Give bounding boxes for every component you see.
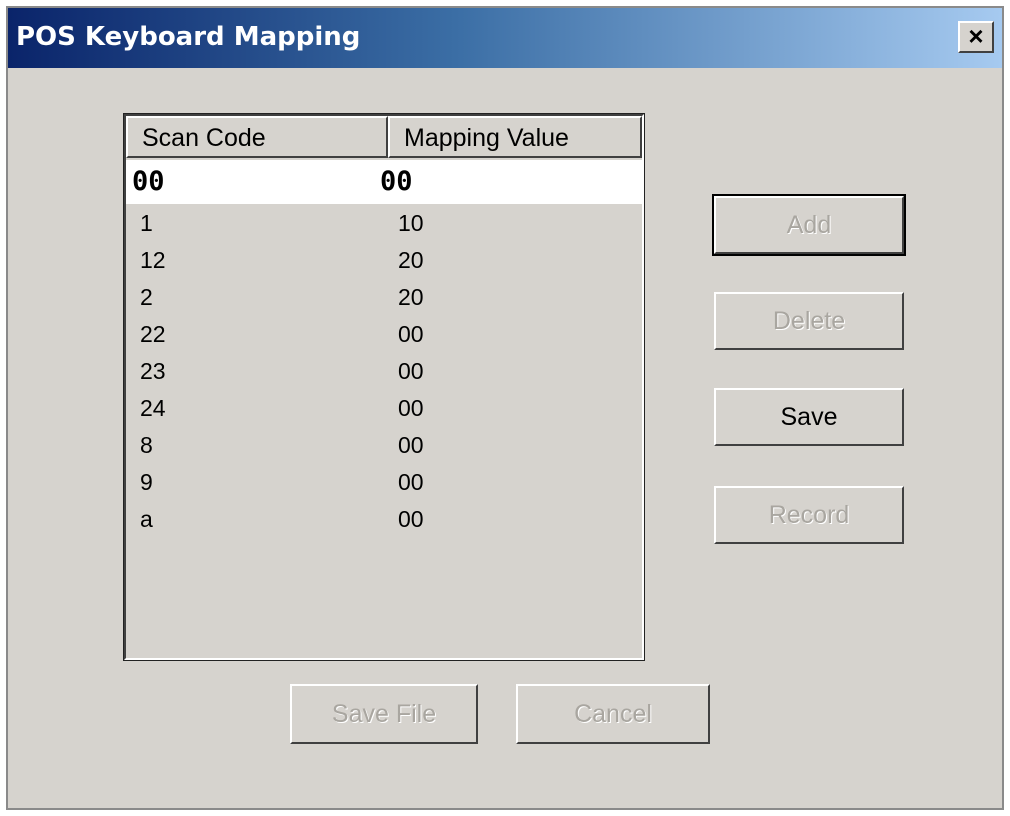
- list-row-selected[interactable]: 00 00: [126, 160, 642, 204]
- list-row[interactable]: 24 00: [126, 389, 642, 426]
- mapping-value-cell: 00: [398, 432, 424, 458]
- title-bar[interactable]: POS Keyboard Mapping ×: [8, 8, 1002, 68]
- list-row[interactable]: 22 00: [126, 315, 642, 352]
- list-row[interactable]: 12 20: [126, 241, 642, 278]
- scan-code-cell: 8: [140, 432, 153, 458]
- column-header-mapping-value[interactable]: Mapping Value: [388, 116, 642, 158]
- scan-code-cell: 9: [140, 469, 153, 495]
- scan-code-cell: 23: [140, 358, 166, 384]
- scan-code-cell: 1: [140, 210, 153, 236]
- scan-code-cell: 00: [132, 166, 165, 197]
- close-button[interactable]: ×: [958, 21, 994, 53]
- mapping-value-cell: 00: [398, 321, 424, 347]
- cancel-button[interactable]: Cancel: [516, 684, 710, 744]
- scan-code-cell: 2: [140, 284, 153, 310]
- delete-button[interactable]: Delete: [714, 292, 904, 350]
- mapping-value-cell: 00: [380, 166, 413, 197]
- list-header: Scan Code Mapping Value: [126, 116, 642, 160]
- list-row[interactable]: 23 00: [126, 352, 642, 389]
- list-row[interactable]: a 00: [126, 500, 642, 537]
- mapping-value-cell: 20: [398, 284, 424, 310]
- window-title: POS Keyboard Mapping: [16, 22, 361, 52]
- mapping-value-cell: 00: [398, 358, 424, 384]
- save-file-button[interactable]: Save File: [290, 684, 478, 744]
- record-button[interactable]: Record: [714, 486, 904, 544]
- scan-code-cell: 12: [140, 247, 166, 273]
- mapping-value-cell: 00: [398, 506, 424, 532]
- list-row[interactable]: 9 00: [126, 463, 642, 500]
- save-button[interactable]: Save: [714, 388, 904, 446]
- list-rows: 00 00 1 10 12 20 2 20 22 00 23 00 24 00 …: [126, 160, 642, 537]
- add-button[interactable]: Add: [712, 194, 906, 256]
- mapping-value-cell: 10: [398, 210, 424, 236]
- list-row[interactable]: 1 10: [126, 204, 642, 241]
- list-row[interactable]: 2 20: [126, 278, 642, 315]
- mapping-list[interactable]: Scan Code Mapping Value 00 00 1 10 12 20…: [123, 113, 645, 661]
- dialog-window: POS Keyboard Mapping × Scan Code Mapping…: [6, 6, 1004, 810]
- close-icon: ×: [968, 21, 984, 51]
- scan-code-cell: 24: [140, 395, 166, 421]
- mapping-value-cell: 00: [398, 395, 424, 421]
- column-header-scan-code[interactable]: Scan Code: [126, 116, 388, 158]
- list-row[interactable]: 8 00: [126, 426, 642, 463]
- scan-code-cell: a: [140, 506, 153, 532]
- mapping-value-cell: 00: [398, 469, 424, 495]
- scan-code-cell: 22: [140, 321, 166, 347]
- mapping-value-cell: 20: [398, 247, 424, 273]
